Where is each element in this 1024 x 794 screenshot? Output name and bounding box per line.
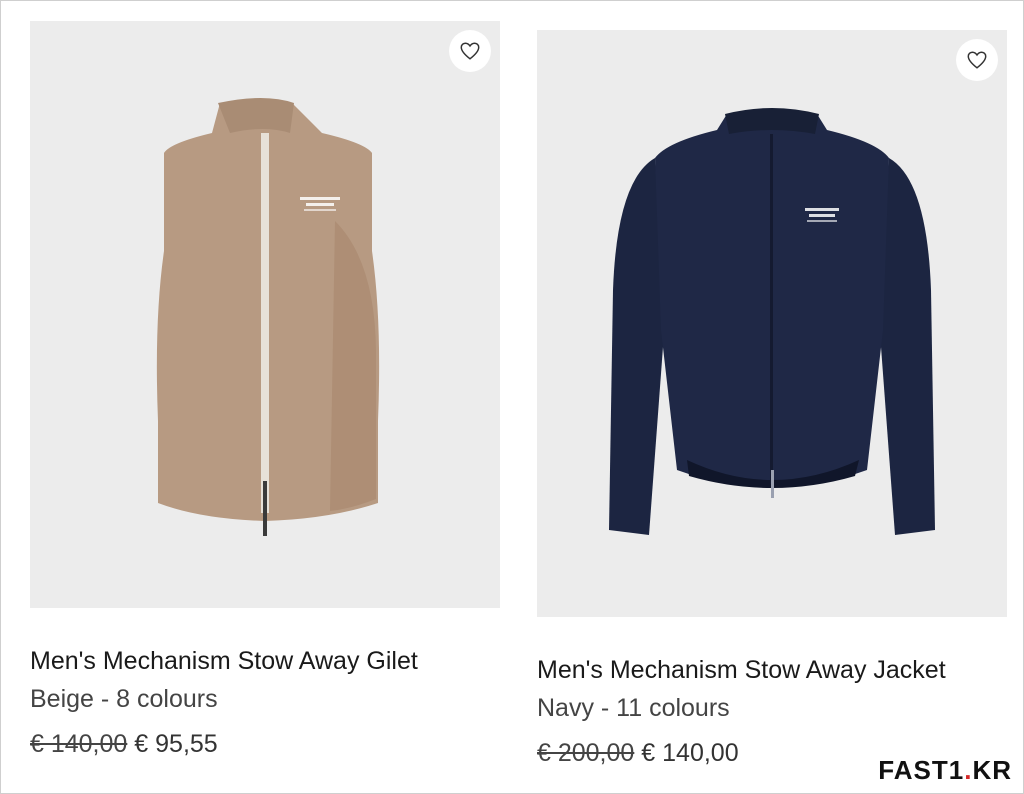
gilet-image xyxy=(156,98,380,536)
old-price: € 140,00 xyxy=(30,730,128,758)
old-price: € 200,00 xyxy=(537,739,635,767)
watermark-suffix: KR xyxy=(972,755,1012,785)
wishlist-button[interactable] xyxy=(449,30,491,72)
price-row: € 140,00 € 95,55 xyxy=(30,729,500,759)
product-card[interactable]: Men's Mechanism Stow Away Gilet Beige - … xyxy=(30,21,500,759)
heart-outline-icon xyxy=(460,42,480,60)
sale-price: € 140,00 xyxy=(641,739,739,767)
wishlist-button[interactable] xyxy=(956,39,998,81)
product-colour-info: Beige - 8 colours xyxy=(30,685,218,713)
product-title[interactable]: Men's Mechanism Stow Away Jacket xyxy=(537,655,1007,685)
product-title[interactable]: Men's Mechanism Stow Away Gilet xyxy=(30,646,500,676)
jacket-image xyxy=(609,108,935,535)
product-colour-info: Navy - 11 colours xyxy=(537,694,730,722)
product-image[interactable] xyxy=(30,21,500,608)
watermark-logo: FAST1.KR xyxy=(878,755,1012,786)
watermark-main: FAST1 xyxy=(878,755,965,785)
product-image[interactable] xyxy=(537,30,1007,617)
product-card[interactable]: Men's Mechanism Stow Away Jacket Navy - … xyxy=(537,30,1007,768)
heart-outline-icon xyxy=(967,51,987,69)
sale-price: € 95,55 xyxy=(134,730,218,758)
